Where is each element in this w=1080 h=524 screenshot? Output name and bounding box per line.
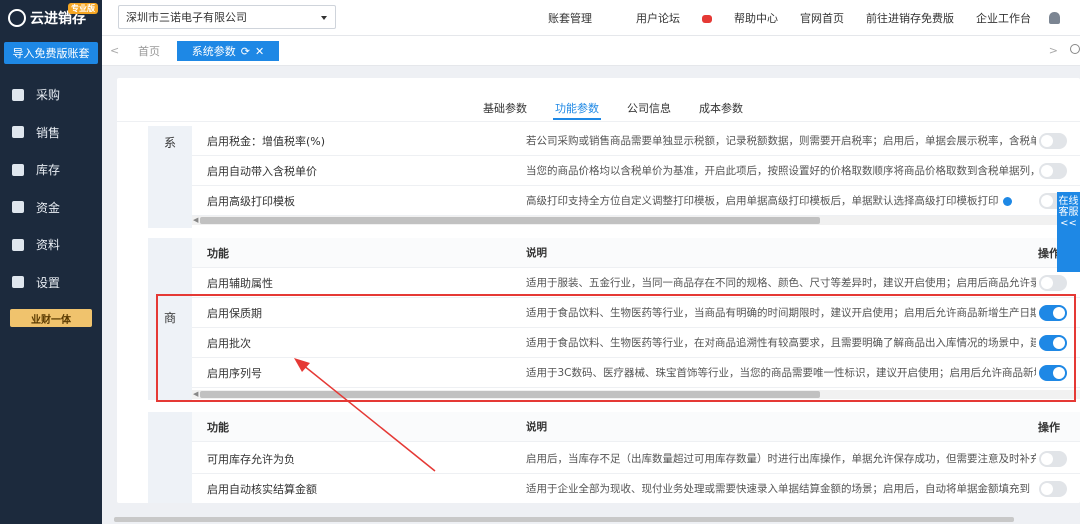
feature-desc: 适用于服装、五金行业，当同一商品存在不同的规格、颜色、尺寸等差异时，建议开启使用… bbox=[526, 277, 1036, 289]
feature-toggle[interactable] bbox=[1039, 451, 1067, 467]
subtab-company[interactable]: 公司信息 bbox=[627, 100, 671, 116]
company-name: 深圳市三诺电子有限公司 bbox=[126, 11, 247, 24]
bell-icon[interactable] bbox=[1049, 12, 1060, 24]
sidebar-item-inventory[interactable]: 库存 bbox=[0, 151, 102, 189]
settings-section-system: 系 启用税金：增值税率(%) 若公司采购或销售商品需要单独显示税额，记录税额数据… bbox=[148, 126, 1080, 228]
sidebar-item-label: 库存 bbox=[36, 163, 61, 178]
help-icon[interactable] bbox=[1002, 196, 1012, 206]
bag-icon bbox=[12, 88, 24, 101]
tab-home[interactable]: 首页 bbox=[124, 41, 174, 61]
table-row: 启用自动带入含税单价 当您的商品价格均以含税单价为基准，开启此项后，按照设置好的… bbox=[192, 156, 1080, 186]
tab-scroll-right-icon[interactable]: > bbox=[1049, 44, 1058, 57]
sales-icon bbox=[12, 126, 24, 139]
sidebar-item-settings[interactable]: 设置 bbox=[0, 264, 102, 302]
feature-desc: 启用后，当库存不足（出库数量超过可用库存数量）时进行出库操作，单据允许保存成功，… bbox=[526, 453, 1036, 465]
feature-toggle[interactable] bbox=[1039, 133, 1067, 149]
settings-card: 基础参数 功能参数 公司信息 成本参数 系 启用税金：增值税率(%) 若公司采购… bbox=[117, 78, 1080, 503]
subtab-function[interactable]: 功能参数 bbox=[553, 100, 601, 120]
sidebar-item-funds[interactable]: 资金 bbox=[0, 189, 102, 227]
sidebar-item-sales[interactable]: 销售 bbox=[0, 114, 102, 152]
feature-name: 启用自动核实结算金额 bbox=[207, 482, 317, 496]
column-header-action: 操作 bbox=[1038, 420, 1060, 434]
column-header-desc: 说明 bbox=[526, 421, 547, 433]
feature-desc-text: 高级打印支持全方位自定义调整打印模板，启用单据高级打印模板后，单据默认选择高级打… bbox=[526, 195, 999, 207]
feature-desc: 当您的商品价格均以含税单价为基准，开启此项后，按照设置好的价格取数顺序将商品价格… bbox=[526, 165, 1036, 177]
scrollbar-thumb[interactable] bbox=[200, 217, 820, 224]
tab-label: 系统参数 bbox=[191, 45, 236, 58]
chevron-down-icon bbox=[321, 16, 327, 20]
section-side bbox=[148, 412, 192, 503]
link-label: 用户论坛 bbox=[636, 12, 680, 25]
sidebar-nav: 采购 销售 库存 资金 资料 设置 bbox=[0, 76, 102, 301]
link-user-forum[interactable]: 用户论坛 bbox=[614, 10, 712, 26]
sidebar-item-label: 设置 bbox=[36, 275, 61, 290]
edition-badge: 专业版 bbox=[68, 3, 98, 14]
tab-bar: < 首页 系统参数 ⟳ ✕ > bbox=[102, 36, 1080, 66]
logo-icon bbox=[8, 9, 26, 27]
annotation-arrow-head bbox=[294, 358, 310, 372]
company-select[interactable]: 深圳市三诺电子有限公司 bbox=[118, 5, 336, 29]
annotation-arrow-line bbox=[297, 360, 436, 472]
page-horizontal-scrollbar[interactable] bbox=[114, 517, 1014, 522]
feature-name: 启用辅助属性 bbox=[207, 276, 273, 290]
close-icon[interactable]: ✕ bbox=[255, 45, 264, 58]
money-icon bbox=[12, 201, 24, 214]
clock-icon[interactable] bbox=[1070, 44, 1080, 54]
app-logo[interactable]: 云进销存 专业版 bbox=[0, 0, 102, 36]
link-enterprise-workbench[interactable]: 企业工作台 bbox=[976, 10, 1031, 26]
warehouse-icon bbox=[12, 163, 24, 176]
sidebar-item-data[interactable]: 资料 bbox=[0, 226, 102, 264]
sidebar: 云进销存 专业版 导入免费版账套 采购 销售 库存 资金 资料 设置 业财一体 bbox=[0, 0, 102, 524]
business-finance-promo-button[interactable]: 业财一体 bbox=[10, 309, 92, 327]
sidebar-item-label: 销售 bbox=[36, 125, 61, 140]
section-side: 系 bbox=[148, 126, 192, 228]
link-account-management[interactable]: 账套管理 bbox=[548, 10, 592, 26]
table-row: 启用高级打印模板 高级打印支持全方位自定义调整打印模板，启用单据高级打印模板后，… bbox=[192, 186, 1080, 216]
feature-toggle[interactable] bbox=[1039, 275, 1067, 291]
subtab-cost[interactable]: 成本参数 bbox=[699, 100, 743, 116]
scroll-left-icon[interactable]: ◀ bbox=[193, 216, 198, 224]
top-bar: 深圳市三诺电子有限公司 账套管理 用户论坛 帮助中心 官网首页 前往进销存免费版… bbox=[102, 0, 1080, 36]
feature-name: 启用自动带入含税单价 bbox=[207, 164, 317, 178]
top-links: 账套管理 用户论坛 帮助中心 官网首页 前往进销存免费版 企业工作台 bbox=[526, 0, 1060, 36]
tab-system-params[interactable]: 系统参数 ⟳ ✕ bbox=[177, 41, 279, 61]
sidebar-item-label: 资金 bbox=[36, 200, 61, 215]
column-header-desc: 说明 bbox=[526, 247, 547, 259]
section-side-label: 系 bbox=[164, 136, 177, 150]
gear-icon bbox=[12, 276, 24, 289]
document-icon bbox=[12, 238, 24, 251]
feature-toggle[interactable] bbox=[1039, 163, 1067, 179]
feature-toggle[interactable] bbox=[1039, 481, 1067, 497]
link-free-version[interactable]: 前往进销存免费版 bbox=[866, 10, 954, 26]
table-header-row: 功能 说明 操作 bbox=[192, 238, 1080, 268]
feature-desc: 若公司采购或销售商品需要单独显示税额，记录税额数据，则需要开启税率；启用后，单据… bbox=[526, 135, 1036, 147]
sidebar-item-purchase[interactable]: 采购 bbox=[0, 76, 102, 114]
sidebar-item-label: 采购 bbox=[36, 88, 61, 103]
hot-badge-icon bbox=[702, 15, 712, 23]
table-row: 启用税金：增值税率(%) 若公司采购或销售商品需要单独显示税额，记录税额数据，则… bbox=[192, 126, 1080, 156]
link-help-center[interactable]: 帮助中心 bbox=[734, 10, 778, 26]
import-free-account-button[interactable]: 导入免费版账套 bbox=[4, 42, 98, 64]
column-header-feature: 功能 bbox=[207, 246, 229, 260]
link-official-site[interactable]: 官网首页 bbox=[800, 10, 844, 26]
feature-name: 启用高级打印模板 bbox=[207, 194, 295, 208]
feature-name: 启用税金：增值税率(%) bbox=[207, 134, 326, 148]
tab-scroll-left-icon[interactable]: < bbox=[110, 44, 119, 57]
feature-desc: 适用于企业全部为现收、现付业务处理或需要快速录入单据结算金额的场景；启用后，自动… bbox=[526, 483, 1030, 495]
subtab-bar: 基础参数 功能参数 公司信息 成本参数 bbox=[117, 78, 1080, 122]
settings-section-inventory: 功能 说明 操作 可用库存允许为负 启用后，当库存不足（出库数量超过可用库存数量… bbox=[148, 412, 1080, 503]
sidebar-item-label: 资料 bbox=[36, 238, 61, 253]
online-support-tab[interactable]: 在线客服<< bbox=[1057, 192, 1080, 272]
horizontal-scrollbar[interactable]: ◀ bbox=[192, 216, 1080, 225]
refresh-icon[interactable]: ⟳ bbox=[241, 45, 250, 58]
subtab-basic[interactable]: 基础参数 bbox=[483, 100, 527, 116]
table-row: 启用自动核实结算金额 适用于企业全部为现收、现付业务处理或需要快速录入单据结算金… bbox=[192, 474, 1080, 503]
feature-desc: 高级打印支持全方位自定义调整打印模板，启用单据高级打印模板后，单据默认选择高级打… bbox=[526, 193, 1036, 208]
annotation-arrow bbox=[294, 358, 436, 472]
